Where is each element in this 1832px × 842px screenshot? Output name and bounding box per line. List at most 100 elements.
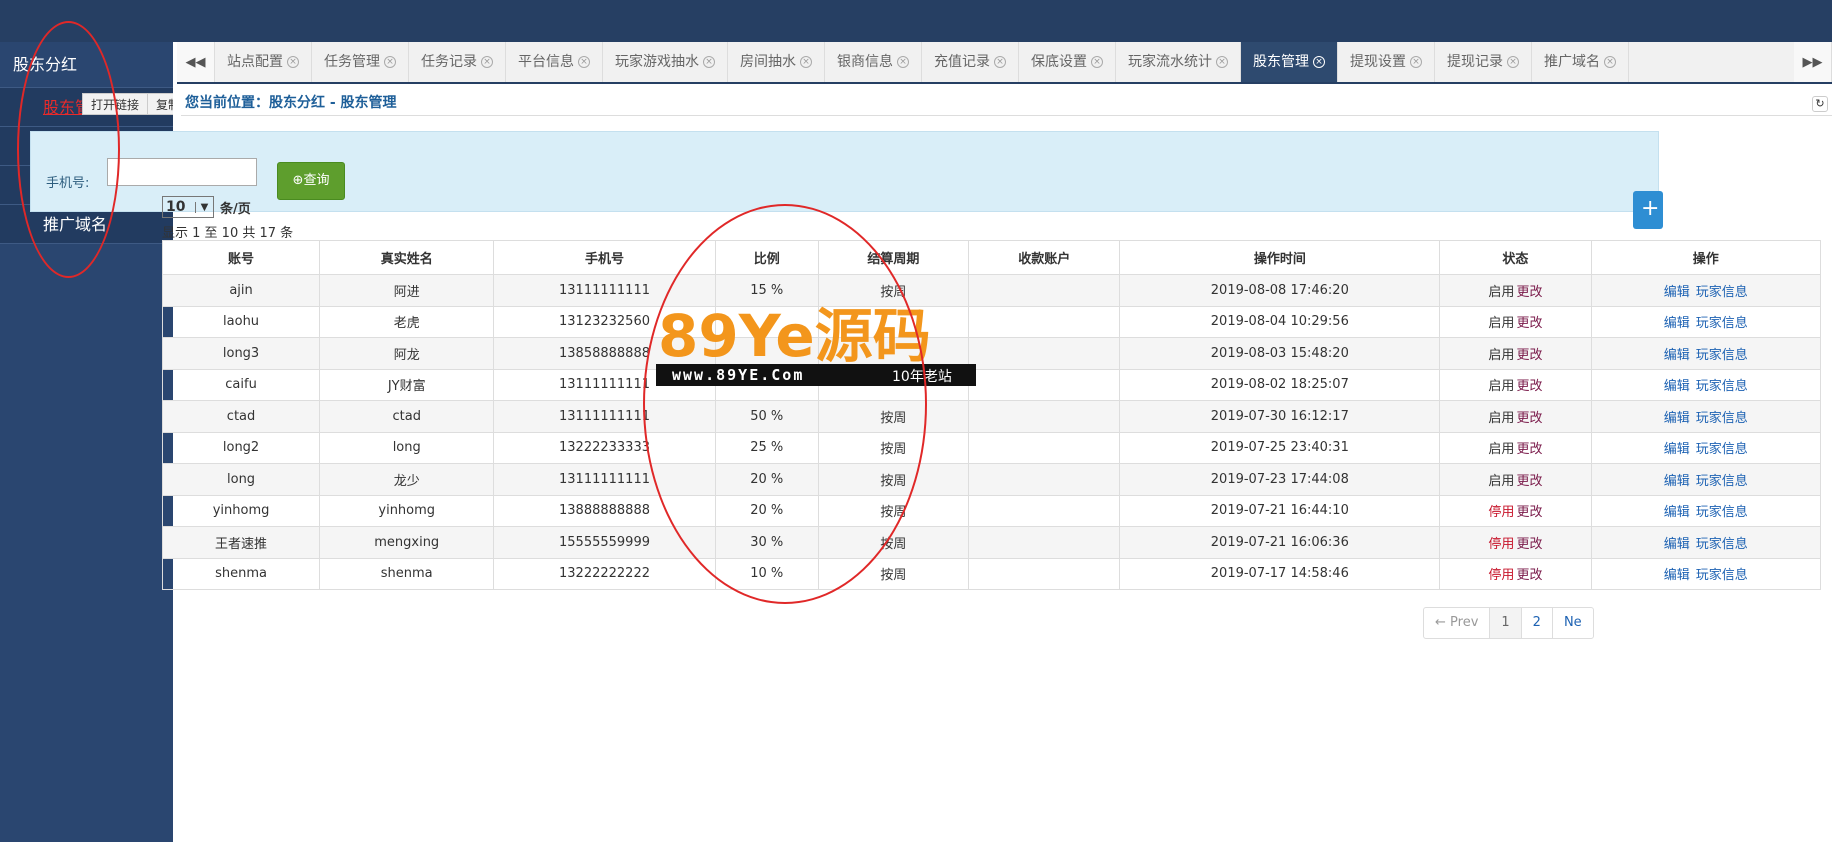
double-chevron-right-icon[interactable]: ▶▶ [1794, 42, 1832, 82]
page-button-1[interactable]: 1 [1490, 608, 1522, 638]
close-icon[interactable]: × [287, 56, 299, 68]
player-info-link[interactable]: 玩家信息 [1696, 537, 1748, 552]
player-info-link[interactable]: 玩家信息 [1696, 568, 1748, 583]
change-status-link[interactable]: 更改 [1516, 348, 1542, 363]
table-row: 王者速推 mengxing 15555559999 30 % 按周 2019-07-21 … [161, 526, 1822, 559]
record-summary: 显示 1 至 10 共 17 条 [162, 226, 294, 241]
edit-link[interactable]: 编辑 [1664, 442, 1690, 457]
cell-account: long3 [161, 337, 321, 370]
cell-status: 启用 更改 [1439, 463, 1592, 496]
edit-link[interactable]: 编辑 [1664, 474, 1690, 489]
phone-input[interactable] [107, 158, 257, 186]
table-row: long3 阿龙 13858888888 2019-08-03 15:48:20 启用更… [161, 337, 1822, 370]
tab-label: 充值记录 [934, 54, 990, 70]
close-icon[interactable]: × [897, 56, 909, 68]
edit-link[interactable]: 编辑 [1664, 537, 1690, 552]
tab-label: 站点配置 [227, 54, 283, 70]
close-icon[interactable]: × [1216, 56, 1228, 68]
breadcrumb: 您当前位置：股东分红 - 股东管理 ↻ [181, 90, 1832, 116]
edit-link[interactable]: 编辑 [1664, 348, 1690, 363]
player-info-link[interactable]: 玩家信息 [1696, 285, 1748, 300]
cell-account: caifu [161, 368, 321, 401]
double-chevron-left-icon[interactable]: ◀◀ [177, 42, 215, 82]
edit-link[interactable]: 编辑 [1664, 285, 1690, 300]
top-bar [0, 0, 1832, 42]
edit-link[interactable]: 编辑 [1664, 568, 1690, 583]
edit-link[interactable]: 编辑 [1664, 316, 1690, 331]
cell-account: shenma [161, 557, 321, 590]
close-icon[interactable]: × [1313, 56, 1325, 68]
close-icon[interactable]: × [994, 56, 1006, 68]
change-status-link[interactable]: 更改 [1516, 442, 1542, 457]
tab-item[interactable]: 充值记录 × [922, 42, 1019, 82]
close-icon[interactable]: × [1091, 56, 1103, 68]
cell-payee [968, 494, 1121, 527]
page-size-value: 10 [166, 199, 186, 215]
cell-actions: 编辑 玩家信息 [1590, 274, 1822, 307]
table-header-row: 账号 真实姓名 手机号 比例 结算周期 收款账户 操作时间 状态 操作 [161, 240, 1822, 275]
player-info-link[interactable]: 玩家信息 [1696, 442, 1748, 457]
player-info-link[interactable]: 玩家信息 [1696, 348, 1748, 363]
close-icon[interactable]: × [800, 56, 812, 68]
tab-item[interactable]: 提现设置 × [1338, 42, 1435, 82]
close-icon[interactable]: × [1507, 56, 1519, 68]
tab-item[interactable]: 玩家流水统计 × [1116, 42, 1241, 82]
edit-link[interactable]: 编辑 [1664, 505, 1690, 520]
tab-item[interactable]: 股东管理 × [1241, 42, 1338, 82]
cell-status: 启用 更改 [1439, 274, 1592, 307]
shareholder-table: 账号 真实姓名 手机号 比例 结算周期 收款账户 操作时间 状态 操作 ajin 阿进 131111… [161, 240, 1822, 590]
change-status-link[interactable]: 更改 [1516, 568, 1542, 583]
change-status-link[interactable]: 更改 [1516, 474, 1542, 489]
player-info-link[interactable]: 玩家信息 [1696, 474, 1748, 489]
player-info-link[interactable]: 玩家信息 [1696, 505, 1748, 520]
annotation-circle-sidebar [17, 21, 120, 278]
player-info-link[interactable]: 玩家信息 [1696, 411, 1748, 426]
close-icon[interactable]: × [1604, 56, 1616, 68]
tab-item[interactable]: 平台信息 × [506, 42, 603, 82]
breadcrumb-text: 您当前位置：股东分红 - 股东管理 [185, 95, 397, 111]
prev-page-button[interactable]: ← Prev [1424, 608, 1491, 638]
change-status-link[interactable]: 更改 [1516, 316, 1542, 331]
edit-link[interactable]: 编辑 [1664, 379, 1690, 394]
query-label: 查询 [303, 173, 330, 188]
cell-payee [968, 337, 1121, 370]
change-status-link[interactable]: 更改 [1516, 537, 1542, 552]
cell-status: 启用 更改 [1439, 305, 1592, 338]
change-status-link[interactable]: 更改 [1516, 285, 1542, 300]
tab-label: 玩家游戏抽水 [615, 54, 699, 70]
close-icon[interactable]: × [481, 56, 493, 68]
tab-item[interactable]: 银商信息 × [825, 42, 922, 82]
tab-item[interactable]: 推广域名 × [1532, 42, 1629, 82]
tab-item[interactable]: 站点配置 × [215, 42, 312, 82]
change-status-link[interactable]: 更改 [1516, 505, 1542, 520]
cell-name: 阿龙 [319, 337, 495, 370]
close-icon[interactable]: × [384, 56, 396, 68]
cell-time: 2019-07-23 17:44:08 [1119, 463, 1441, 496]
tab-label: 股东管理 [1253, 54, 1309, 70]
tab-item[interactable]: 房间抽水 × [728, 42, 825, 82]
cell-name: JY财富 [319, 368, 495, 401]
player-info-link[interactable]: 玩家信息 [1696, 316, 1748, 331]
next-page-button[interactable]: Ne [1553, 608, 1593, 638]
close-icon[interactable]: × [703, 56, 715, 68]
cell-status: 启用 更改 [1439, 400, 1592, 433]
query-button[interactable]: ⊕查询 [277, 162, 345, 200]
close-icon[interactable]: × [1410, 56, 1422, 68]
tab-item[interactable]: 提现记录 × [1435, 42, 1532, 82]
close-icon[interactable]: × [578, 56, 590, 68]
tab-item[interactable]: 玩家游戏抽水 × [603, 42, 728, 82]
status-badge: 启用 [1488, 473, 1515, 489]
page-button-2[interactable]: 2 [1522, 608, 1553, 638]
change-status-link[interactable]: 更改 [1516, 411, 1542, 426]
edit-link[interactable]: 编辑 [1664, 411, 1690, 426]
tab-item[interactable]: 任务管理 × [312, 42, 409, 82]
player-info-link[interactable]: 玩家信息 [1696, 379, 1748, 394]
add-button[interactable]: + [1633, 191, 1663, 229]
page-size-select[interactable]: 10 ▼ [162, 196, 214, 218]
change-status-link[interactable]: 更改 [1516, 379, 1542, 394]
page-size-control: 10 ▼ 条/页 [162, 196, 251, 218]
tab-item[interactable]: 保底设置 × [1019, 42, 1116, 82]
refresh-icon[interactable]: ↻ [1812, 96, 1828, 112]
tab-item[interactable]: 任务记录 × [409, 42, 506, 82]
tab-label: 平台信息 [518, 54, 574, 70]
